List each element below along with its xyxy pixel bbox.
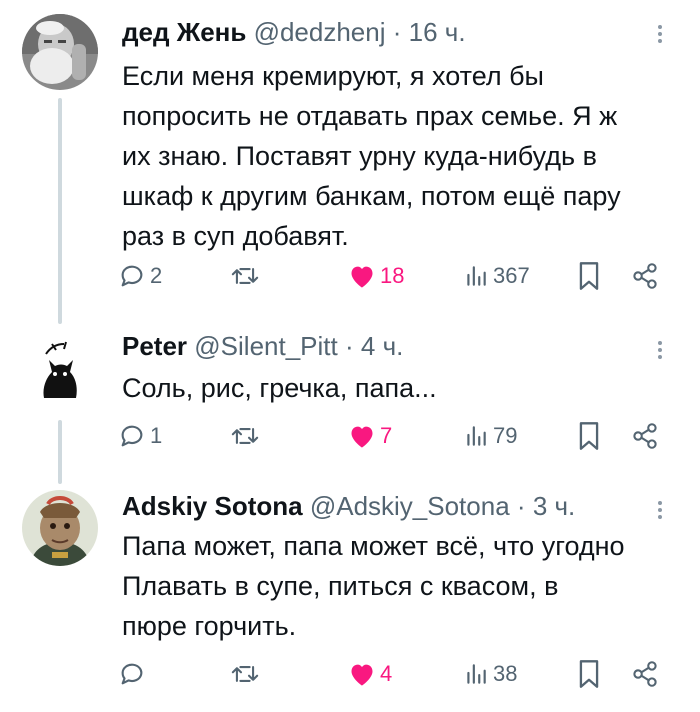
action-bar: 4 38 [118,656,678,692]
tweet-text: Соль, рис, гречка, папа... [122,368,682,408]
text-line: шкаф к другим банкам, потом ещё пару [122,181,621,211]
avatar[interactable] [22,334,98,410]
action-bar: 2 18 367 [118,258,678,294]
tweet-text: Папа может, папа может всё, что угодно П… [122,526,682,646]
reply-icon [121,425,143,447]
share-button[interactable] [630,258,660,294]
text-line: Если меня кремируют, я хотел бы [122,61,544,91]
views-icon [467,664,486,684]
author-name[interactable]: дед Жень [122,17,246,47]
reply-count: 2 [150,263,163,288]
tweet-header: Peter @Silent_Pitt · 4 ч. [122,330,403,362]
like-button[interactable]: 18 [348,258,404,294]
retweet-button[interactable] [230,418,264,454]
share-icon [633,263,657,289]
author-handle[interactable]: @dedzhenj [254,17,386,47]
author-name[interactable]: Peter [122,331,187,361]
reply-button[interactable]: 2 [118,258,162,294]
more-options-icon[interactable] [650,338,670,362]
bookmark-button[interactable] [576,418,602,454]
more-options-icon[interactable] [650,22,670,46]
bookmark-icon [579,262,599,290]
text-line: их знаю. Поставят урну куда-нибудь в [122,141,597,171]
views-count: 367 [493,263,530,288]
tweet-2[interactable]: Peter @Silent_Pitt · 4 ч. Соль, рис, гре… [0,320,700,484]
avatar[interactable] [22,490,98,566]
share-button[interactable] [630,656,660,692]
retweet-icon [231,268,259,284]
text-line: пюре горчить. [122,611,297,641]
retweet-icon [231,666,259,682]
share-button[interactable] [630,418,660,454]
reply-button[interactable] [118,656,150,692]
like-button[interactable]: 7 [348,418,392,454]
bookmark-icon [579,422,599,450]
heart-icon [351,426,373,448]
views-button[interactable]: 38 [463,656,517,692]
author-handle[interactable]: @Silent_Pitt [194,331,337,361]
retweet-button[interactable] [230,656,264,692]
like-count: 4 [380,661,393,686]
tweet-1[interactable]: дед Жень @dedzhenj · 16 ч. Если меня кре… [0,0,700,324]
views-count: 79 [493,423,518,448]
action-bar: 1 7 79 [118,418,678,454]
author-name[interactable]: Adskiy Sotona [122,491,303,521]
bookmark-button[interactable] [576,258,602,294]
views-button[interactable]: 367 [463,258,530,294]
thread-line [58,420,62,484]
heart-icon [351,664,373,686]
like-button[interactable]: 4 [348,656,392,692]
separator: · [516,491,526,521]
retweet-button[interactable] [230,258,264,294]
like-count: 7 [380,423,393,448]
views-button[interactable]: 79 [463,418,517,454]
heart-icon [351,266,373,288]
tweet-header: Adskiy Sotona @Adskiy_Sotona · 3 ч. [122,490,575,522]
timestamp[interactable]: 16 ч. [409,17,466,47]
thread-line [58,98,62,324]
tweet-3[interactable]: Adskiy Sotona @Adskiy_Sotona · 3 ч. Папа… [0,484,700,712]
avatar[interactable] [22,14,98,90]
like-count: 18 [380,263,405,288]
text-line: Соль, рис, гречка, папа... [122,373,437,403]
tweet-text: Если меня кремируют, я хотел бы попросит… [122,56,682,256]
text-line: раз в суп добавят. [122,221,349,251]
more-options-icon[interactable] [650,498,670,522]
timestamp[interactable]: 3 ч. [533,491,575,521]
share-icon [633,423,657,449]
retweet-icon [231,428,259,444]
views-icon [467,266,486,286]
text-line: попросить не отдавать прах семье. Я ж [122,101,618,131]
tweet-header: дед Жень @dedzhenj · 16 ч. [122,16,466,48]
text-line: Плавать в супе, питься с квасом, в [122,571,559,601]
separator: · [344,331,354,361]
bookmark-button[interactable] [576,656,602,692]
reply-count: 1 [150,423,163,448]
bookmark-icon [579,660,599,688]
reply-icon [121,265,143,287]
timestamp[interactable]: 4 ч. [361,331,403,361]
views-count: 38 [493,661,518,686]
reply-button[interactable]: 1 [118,418,162,454]
author-handle[interactable]: @Adskiy_Sotona [310,491,510,521]
views-icon [467,426,486,446]
share-icon [633,661,657,687]
reply-icon [121,663,143,685]
text-line: Папа может, папа может всё, что угодно [122,531,625,561]
separator: · [392,17,402,47]
